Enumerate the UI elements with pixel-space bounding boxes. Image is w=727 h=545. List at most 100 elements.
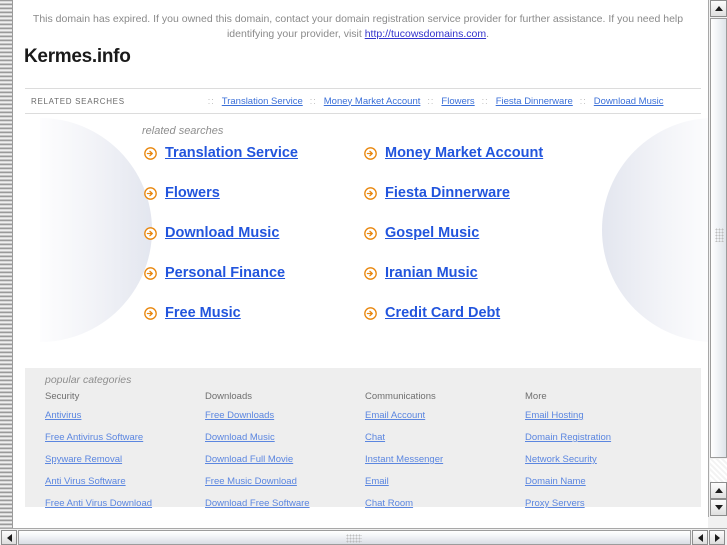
related-searches-nav: RELATED SEARCHES :: Translation Service … [25, 88, 701, 114]
popular-categories-heading: popular categories [45, 374, 132, 386]
search-row: Personal Finance Iranian Music [144, 265, 594, 305]
triangle-down-icon [714, 505, 723, 510]
triangle-up-icon [714, 6, 723, 11]
category-column-downloads: Downloads Free Downloads Download Music … [205, 391, 365, 517]
decorative-half-circle-left [40, 118, 152, 342]
category-link-download-music[interactable]: Download Music [205, 432, 365, 443]
category-link-proxy-servers[interactable]: Proxy Servers [525, 498, 685, 509]
search-link-iranian-music[interactable]: Iranian Music [385, 265, 478, 281]
category-link-email-hosting[interactable]: Email Hosting [525, 410, 685, 421]
triangle-up-icon [714, 488, 723, 493]
category-title: More [525, 391, 547, 402]
search-cell[interactable]: Fiesta Dinnerware [364, 185, 584, 201]
scrollbar-grip [715, 228, 724, 242]
search-cell[interactable]: Gospel Music [364, 225, 584, 241]
category-link-download-full-movie[interactable]: Download Full Movie [205, 454, 365, 465]
nav-separator: :: [309, 96, 317, 106]
search-cell[interactable]: Iranian Music [364, 265, 584, 281]
popular-categories-panel: popular categories Security Antivirus Fr… [25, 368, 701, 509]
decorative-half-circle-right [602, 118, 713, 342]
category-column-security: Security Antivirus Free Antivirus Softwa… [45, 391, 205, 517]
related-searches-nav-label: RELATED SEARCHES [31, 96, 125, 106]
search-cell[interactable]: Flowers [144, 185, 364, 201]
scroll-up-button[interactable] [710, 0, 727, 17]
nav-separator: :: [427, 96, 435, 106]
page-content: This domain has expired. If you owned th… [13, 0, 713, 517]
category-link-domain-name[interactable]: Domain Name [525, 476, 685, 487]
scrollbar-corner [708, 517, 727, 528]
nav-link-download-music[interactable]: Download Music [594, 96, 664, 107]
category-link-network-security[interactable]: Network Security [525, 454, 685, 465]
category-title: Communications [365, 391, 436, 402]
category-link-free-antivirus-software[interactable]: Free Antivirus Software [45, 432, 205, 443]
related-searches-heading: related searches [142, 125, 224, 137]
category-link-chat[interactable]: Chat [365, 432, 525, 443]
nav-separator: :: [207, 96, 215, 106]
category-link-download-free-software[interactable]: Download Free Software [205, 498, 365, 509]
category-column-communications: Communications Email Account Chat Instan… [365, 391, 525, 517]
search-row: Flowers Fiesta Dinnerware [144, 185, 594, 225]
arrow-circle-right-icon [364, 226, 377, 240]
tucows-domains-link[interactable]: http://tucowsdomains.com [365, 28, 486, 40]
vertical-scrollbar[interactable] [708, 0, 727, 517]
horizontal-scrollbar-thumb[interactable] [18, 530, 691, 545]
category-link-chat-room[interactable]: Chat Room [365, 498, 525, 509]
nav-link-flowers[interactable]: Flowers [441, 96, 474, 107]
search-row: Download Music Gospel Music [144, 225, 594, 265]
search-link-personal-finance[interactable]: Personal Finance [165, 265, 285, 281]
browser-window: This domain has expired. If you owned th… [0, 0, 727, 545]
category-link-email-account[interactable]: Email Account [365, 410, 525, 421]
arrow-circle-right-icon [364, 306, 377, 320]
category-link-email[interactable]: Email [365, 476, 525, 487]
category-link-free-anti-virus-download[interactable]: Free Anti Virus Download [45, 498, 205, 509]
search-link-fiesta-dinnerware[interactable]: Fiesta Dinnerware [385, 185, 510, 201]
domain-expiry-notice: This domain has expired. If you owned th… [13, 12, 703, 42]
scroll-right-button[interactable] [709, 530, 725, 545]
search-link-translation-service[interactable]: Translation Service [165, 145, 298, 161]
search-cell[interactable]: Download Music [144, 225, 364, 241]
category-link-antivirus[interactable]: Antivirus [45, 410, 205, 421]
expiry-notice-text-before: This domain has expired. If you owned th… [32, 13, 684, 40]
popular-categories-columns: Security Antivirus Free Antivirus Softwa… [45, 391, 685, 517]
scroll-left-button-secondary[interactable] [692, 530, 708, 545]
nav-link-fiesta-dinnerware[interactable]: Fiesta Dinnerware [496, 96, 573, 107]
search-link-free-music[interactable]: Free Music [165, 305, 241, 321]
nav-link-money-market-account[interactable]: Money Market Account [324, 96, 421, 107]
horizontal-scrollbar[interactable] [0, 528, 727, 545]
triangle-right-icon [714, 533, 720, 542]
category-link-anti-virus-software[interactable]: Anti Virus Software [45, 476, 205, 487]
arrow-circle-right-icon [144, 306, 157, 320]
arrow-circle-right-icon [144, 226, 157, 240]
search-link-download-music[interactable]: Download Music [165, 225, 279, 241]
nav-link-translation-service[interactable]: Translation Service [222, 96, 303, 107]
category-link-instant-messenger[interactable]: Instant Messenger [365, 454, 525, 465]
category-link-free-music-download[interactable]: Free Music Download [205, 476, 365, 487]
search-link-credit-card-debt[interactable]: Credit Card Debt [385, 305, 500, 321]
search-cell[interactable]: Money Market Account [364, 145, 584, 161]
category-title: Security [45, 391, 80, 402]
search-link-gospel-music[interactable]: Gospel Music [385, 225, 479, 241]
arrow-circle-right-icon [364, 266, 377, 280]
scroll-up-button-secondary[interactable] [710, 482, 727, 499]
nav-separator: :: [579, 96, 587, 106]
expiry-notice-text-after: . [486, 28, 490, 40]
search-row: Translation Service Money Market Account [144, 145, 594, 185]
category-link-free-downloads[interactable]: Free Downloads [205, 410, 365, 421]
page-title: Kermes.info [24, 46, 131, 67]
search-cell[interactable]: Personal Finance [144, 265, 364, 281]
category-link-spyware-removal[interactable]: Spyware Removal [45, 454, 205, 465]
search-cell[interactable]: Translation Service [144, 145, 364, 161]
search-cell[interactable]: Free Music [144, 305, 364, 321]
category-link-domain-registration[interactable]: Domain Registration [525, 432, 685, 443]
window-left-texture-strip [0, 0, 13, 531]
scroll-left-button[interactable] [1, 530, 17, 545]
search-link-flowers[interactable]: Flowers [165, 185, 220, 201]
search-row: Free Music Credit Card Debt [144, 305, 594, 345]
search-link-money-market-account[interactable]: Money Market Account [385, 145, 543, 161]
vertical-scrollbar-track[interactable] [710, 459, 727, 482]
category-title: Downloads [205, 391, 252, 402]
nav-separator: :: [481, 96, 489, 106]
search-cell[interactable]: Credit Card Debt [364, 305, 584, 321]
vertical-scrollbar-thumb[interactable] [710, 18, 727, 458]
scroll-down-button[interactable] [710, 499, 727, 516]
